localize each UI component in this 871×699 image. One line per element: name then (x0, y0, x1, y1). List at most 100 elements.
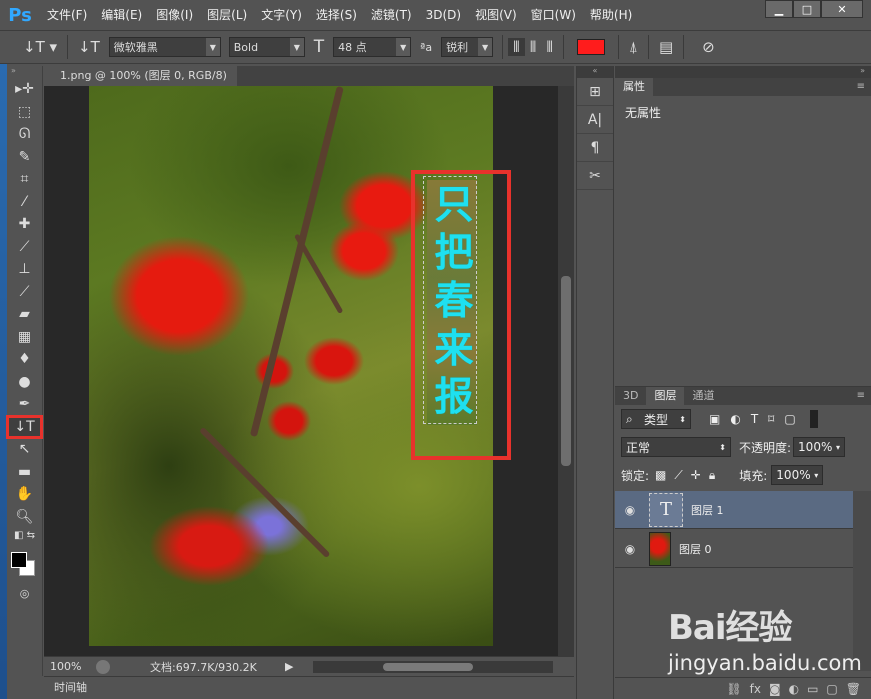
collapse-icon[interactable]: « (577, 66, 613, 78)
document-tab[interactable]: 1.png @ 100% (图层 0, RGB/8) (44, 66, 237, 86)
close-button[interactable]: ✕ (821, 0, 863, 18)
tools-preset-icon[interactable]: ✂ (577, 162, 613, 190)
warp-text-icon[interactable]: ⍋ (624, 38, 643, 56)
shape-filter-icon[interactable]: ⌑ (768, 412, 774, 426)
tab-layers[interactable]: 图层 (646, 387, 685, 405)
filter-toggle[interactable] (809, 410, 818, 428)
play-icon[interactable]: ▶ (285, 660, 293, 673)
tab-channels[interactable]: 通道 (684, 387, 722, 405)
timeline-tab[interactable]: 时间轴 (44, 676, 574, 699)
type-tool-preset-icon[interactable]: ↓T ▾ (18, 38, 62, 56)
type-filter-icon[interactable]: T (751, 412, 758, 426)
menu-select[interactable]: 选择(S) (309, 0, 364, 30)
antialias-select[interactable]: 锐利 ▼ (441, 37, 494, 57)
dodge-tool-icon[interactable]: ● (7, 371, 42, 394)
path-select-tool-icon[interactable]: ↖ (7, 438, 42, 461)
panel-menu-icon[interactable]: ≡ (857, 78, 865, 96)
layer-row[interactable]: ◉ 图层 0 (615, 530, 853, 568)
horizontal-scrollbar[interactable] (313, 660, 554, 673)
font-size-select[interactable]: 48 点 ▼ (333, 37, 412, 57)
collapse-icon[interactable]: » (615, 66, 871, 78)
zoom-level[interactable]: 100% (44, 660, 96, 673)
align-top-icon[interactable]: ⦀ (508, 38, 525, 56)
history-panel-icon[interactable]: ⊞ (577, 78, 613, 106)
vertical-type-tool-icon[interactable]: ↓T (6, 414, 43, 439)
text-orientation-icon[interactable]: ↓T (73, 38, 105, 56)
paragraph-panel-icon[interactable]: ¶ (577, 134, 613, 162)
blend-mode-select[interactable]: 正常 ⬍ (621, 437, 731, 457)
menu-edit[interactable]: 编辑(E) (94, 0, 149, 30)
gradient-tool-icon[interactable]: ▦ (7, 326, 42, 349)
lock-position-icon[interactable]: ✛ (691, 468, 701, 482)
visibility-eye-icon[interactable]: ◉ (615, 542, 645, 556)
character-panel-icon[interactable]: A| (577, 106, 613, 134)
tab-properties[interactable]: 属性 (615, 78, 653, 96)
marquee-tool-icon[interactable]: ⬚ (7, 101, 42, 124)
align-bottom-icon[interactable]: ⦀ (541, 38, 558, 56)
menu-file[interactable]: 文件(F) (40, 0, 94, 30)
brush-tool-icon[interactable]: ⟋ (7, 236, 42, 259)
blur-tool-icon[interactable]: ♦ (7, 348, 42, 371)
link-icon[interactable]: ⛓ (726, 682, 741, 696)
panel-menu-icon[interactable]: ≡ (857, 387, 865, 405)
eyedropper-tool-icon[interactable]: ⁄ (7, 191, 42, 214)
tab-3d[interactable]: 3D (615, 387, 646, 405)
menu-filter[interactable]: 滤镜(T) (364, 0, 419, 30)
align-center-icon[interactable]: ⦀ (525, 38, 542, 56)
trash-icon[interactable]: 🗑︎ (846, 682, 861, 696)
hand-tool-icon[interactable]: ✋ (7, 483, 42, 506)
scroll-thumb[interactable] (383, 662, 474, 671)
menu-view[interactable]: 视图(V) (468, 0, 524, 30)
lock-pixels-icon[interactable]: ⟋ (674, 468, 682, 483)
canvas-area[interactable]: 只 把 春 来 报 (44, 86, 558, 656)
text-color-swatch[interactable] (576, 39, 605, 55)
font-style-select[interactable]: Bold ▼ (228, 37, 305, 57)
menu-3d[interactable]: 3D(D) (419, 0, 468, 30)
collapse-icon[interactable]: » (7, 66, 42, 78)
lock-all-icon[interactable]: 🔒︎ (709, 468, 715, 483)
adjust-filter-icon[interactable]: ◐ (730, 412, 740, 426)
font-family-select[interactable]: 微软雅黑 ▼ (108, 37, 221, 57)
stamp-tool-icon[interactable]: ⊥ (7, 258, 42, 281)
lasso-tool-icon[interactable]: ᘏ (7, 123, 42, 146)
zoom-tool-icon[interactable]: 🔍︎ (7, 506, 42, 529)
group-icon[interactable]: ▭ (807, 682, 818, 696)
antialias-icon: ªa (420, 40, 433, 54)
adjustment-icon[interactable]: ◐ (789, 682, 799, 696)
mask-icon[interactable]: ◙ (769, 682, 781, 696)
healing-brush-tool-icon[interactable]: ✚ (7, 213, 42, 236)
crop-tool-icon[interactable]: ⌗ (7, 168, 42, 191)
menu-window[interactable]: 窗口(W) (524, 0, 583, 30)
move-tool-icon[interactable]: ▸✛ (7, 78, 42, 101)
menu-type[interactable]: 文字(Y) (254, 0, 309, 30)
foreground-color-swatch[interactable] (11, 552, 27, 568)
layers-scrollbar[interactable] (853, 491, 871, 671)
menu-help[interactable]: 帮助(H) (583, 0, 639, 30)
pixel-filter-icon[interactable]: ▣ (709, 412, 720, 426)
scroll-thumb[interactable] (561, 276, 571, 466)
pen-tool-icon[interactable]: ✒ (7, 393, 42, 416)
new-layer-icon[interactable]: ▢ (826, 682, 837, 696)
vertical-scrollbar[interactable] (558, 86, 574, 656)
opacity-input[interactable]: 100% ▾ (793, 437, 846, 457)
history-brush-tool-icon[interactable]: ⟋ (7, 281, 42, 304)
cancel-icon[interactable]: ⊘ (697, 38, 720, 56)
quick-select-tool-icon[interactable]: ✎ (7, 146, 42, 169)
rectangle-tool-icon[interactable]: ▬ (7, 461, 42, 484)
smart-object-filter-icon[interactable]: ▢ (784, 412, 795, 426)
menu-image[interactable]: 图像(I) (149, 0, 200, 30)
layer-kind-filter[interactable]: ⌕ 类型 ⬍ (621, 409, 691, 429)
swap-colors-icon[interactable]: ◧ ⇆ (7, 528, 42, 542)
visibility-eye-icon[interactable]: ◉ (615, 503, 645, 517)
lock-transparent-icon[interactable]: ▩ (655, 468, 666, 482)
quick-mask-icon[interactable]: ◎ (7, 582, 42, 605)
menu-layer[interactable]: 图层(L) (200, 0, 254, 30)
fill-input[interactable]: 100% ▾ (771, 465, 824, 485)
character-panel-icon[interactable]: ▤ (654, 38, 678, 56)
maximize-button[interactable]: □ (793, 0, 821, 18)
info-icon[interactable] (96, 659, 110, 674)
minimize-button[interactable]: ▁ (765, 0, 793, 18)
eraser-tool-icon[interactable]: ▰ (7, 303, 42, 326)
layer-row[interactable]: ◉ T 图层 1 (615, 491, 853, 529)
fx-icon[interactable]: fx (750, 682, 761, 696)
